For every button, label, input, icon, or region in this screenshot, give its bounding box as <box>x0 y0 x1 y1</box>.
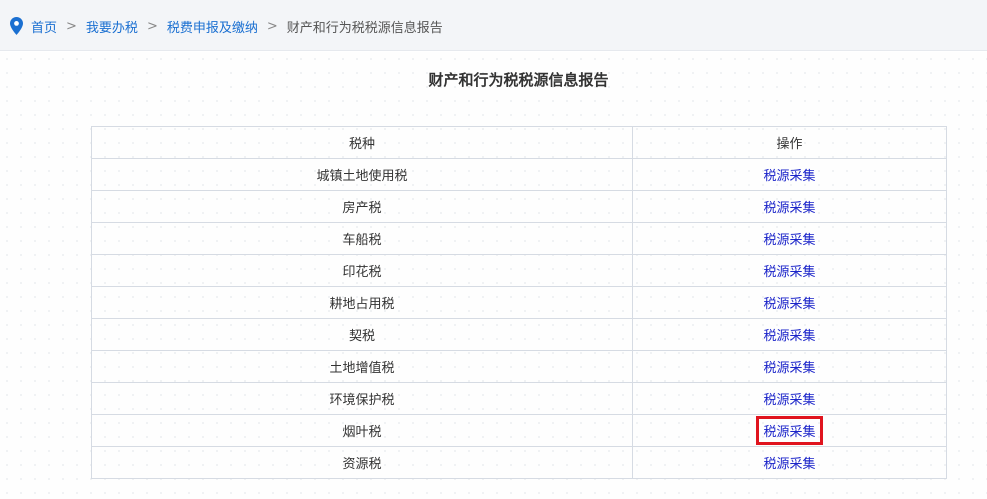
action-cell: 税源采集 <box>632 318 947 351</box>
table-row: 契税 税源采集 <box>91 318 947 351</box>
tax-source-table: 税种 操作 城镇土地使用税 税源采集 房产税 税源采集 车船税 税源采集 印花税 税源采集 耕地… <box>91 126 947 479</box>
table-row: 土地增值税 税源采集 <box>91 350 947 383</box>
action-cell: 税源采集 <box>632 414 947 447</box>
tax-type-cell: 环境保护税 <box>91 382 633 415</box>
tax-type-cell: 烟叶税 <box>91 414 633 447</box>
tax-source-collect-link[interactable]: 税源采集 <box>759 355 819 378</box>
tax-type-cell: 城镇土地使用税 <box>91 158 633 191</box>
action-cell: 税源采集 <box>632 158 947 191</box>
breadcrumb-tax-link[interactable]: 我要办税 <box>86 17 138 36</box>
table-row: 耕地占用税 税源采集 <box>91 286 947 319</box>
tax-type-cell: 资源税 <box>91 446 633 479</box>
action-cell: 税源采集 <box>632 190 947 223</box>
tax-source-collect-link[interactable]: 税源采集 <box>759 451 819 474</box>
action-cell: 税源采集 <box>632 382 947 415</box>
action-cell: 税源采集 <box>632 222 947 255</box>
breadcrumb-separator: > <box>146 18 158 34</box>
breadcrumb-declaration-link[interactable]: 税费申报及缴纳 <box>167 17 258 36</box>
table-row: 城镇土地使用税 税源采集 <box>91 158 947 191</box>
tax-source-collect-link[interactable]: 税源采集 <box>759 163 819 186</box>
location-pin-icon <box>10 17 23 35</box>
tax-type-cell: 耕地占用税 <box>91 286 633 319</box>
breadcrumb-separator: > <box>266 18 278 34</box>
action-cell: 税源采集 <box>632 286 947 319</box>
breadcrumb-home-link[interactable]: 首页 <box>31 17 57 36</box>
action-cell: 税源采集 <box>632 350 947 383</box>
tax-source-collect-link[interactable]: 税源采集 <box>759 259 819 282</box>
table-row: 车船税 税源采集 <box>91 222 947 255</box>
table-row: 资源税 税源采集 <box>91 446 947 479</box>
tax-source-collect-link[interactable]: 税源采集 <box>759 291 819 314</box>
breadcrumb-separator: > <box>66 18 77 34</box>
tax-source-collect-link[interactable]: 税源采集 <box>759 195 819 218</box>
page-title: 财产和行为税税源信息报告 <box>428 71 609 89</box>
table-row: 烟叶税 税源采集 <box>91 414 947 447</box>
action-cell: 税源采集 <box>632 446 947 479</box>
tax-type-cell: 车船税 <box>91 222 633 255</box>
tax-source-collect-link[interactable]: 税源采集 <box>759 387 819 410</box>
tax-type-cell: 印花税 <box>91 254 633 287</box>
breadcrumb-current: 财产和行为税税源信息报告 <box>286 20 443 36</box>
tax-type-cell: 房产税 <box>91 190 633 223</box>
main-content: 财产和行为税税源信息报告 税种 操作 城镇土地使用税 税源采集 房产税 税源采集 车船税… <box>0 52 987 499</box>
tax-type-cell: 土地增值税 <box>91 350 633 383</box>
column-header-action: 操作 <box>632 126 947 159</box>
table-row: 房产税 税源采集 <box>91 190 947 223</box>
tax-source-collect-link[interactable]: 税源采集 <box>759 227 819 250</box>
column-header-tax-type: 税种 <box>91 126 633 159</box>
action-cell: 税源采集 <box>632 254 947 287</box>
table-row: 环境保护税 税源采集 <box>91 382 947 415</box>
tax-type-cell: 契税 <box>91 318 633 351</box>
table-body: 城镇土地使用税 税源采集 房产税 税源采集 车船税 税源采集 印花税 税源采集 耕地占用税 税源采… <box>91 158 947 479</box>
table-header-row: 税种 操作 <box>91 126 947 159</box>
breadcrumb-bar: 首页 > 我要办税 > 税费申报及缴纳 > 财产和行为税税源信息报告 <box>0 0 987 51</box>
tax-source-collect-link[interactable]: 税源采集 <box>759 323 819 346</box>
table-row: 印花税 税源采集 <box>91 254 947 287</box>
breadcrumb: 首页 > 我要办税 > 税费申报及缴纳 > 财产和行为税税源信息报告 <box>10 16 443 36</box>
tax-source-collect-link[interactable]: 税源采集 <box>756 416 823 445</box>
